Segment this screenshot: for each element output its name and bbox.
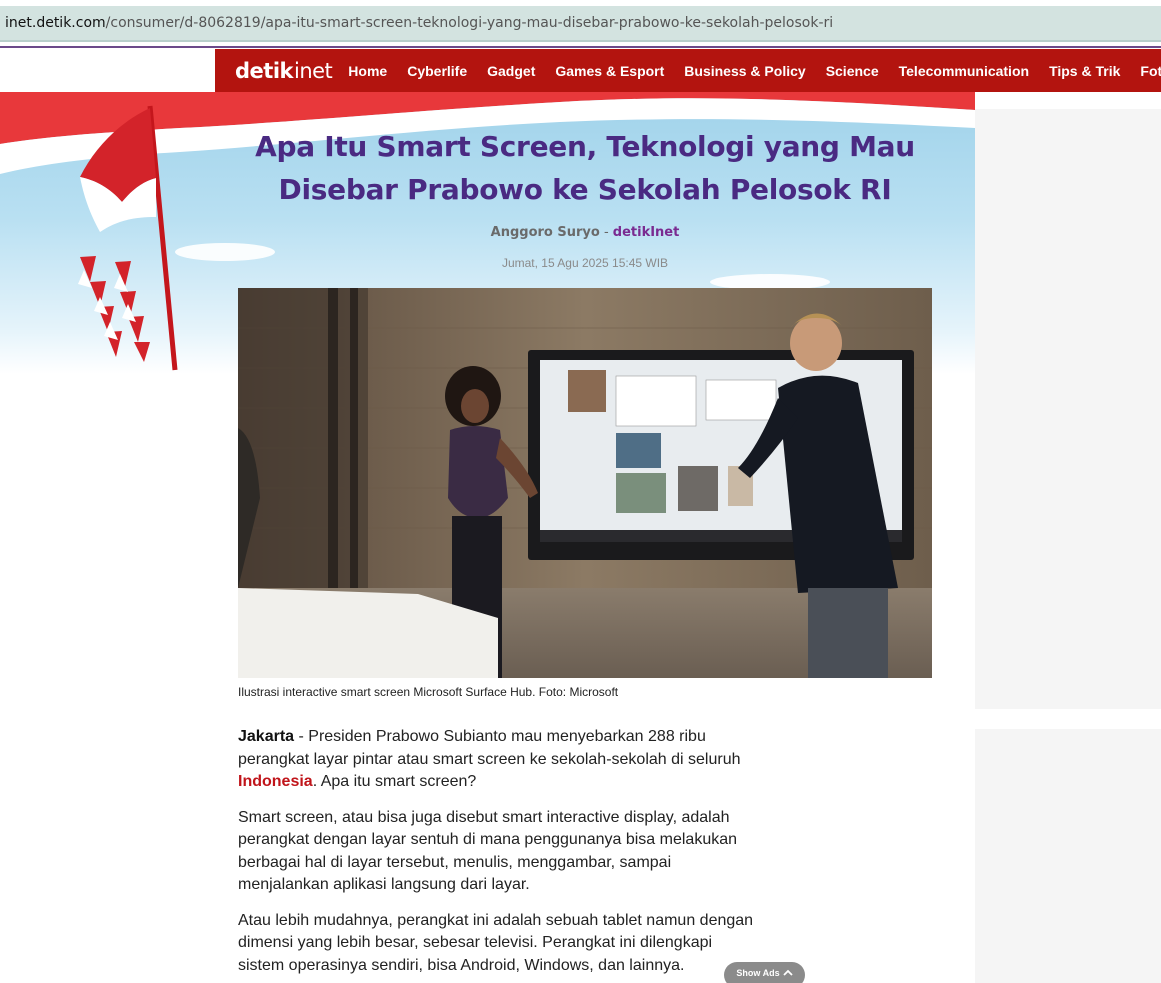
source-name[interactable]: detikInet	[613, 225, 680, 240]
dateline-city: Jakarta	[238, 728, 295, 745]
show-ads-label: Show Ads	[736, 968, 780, 978]
article-title: Apa Itu Smart Screen, Teknologi yang Mau…	[255, 130, 915, 206]
byline-separator: -	[599, 225, 613, 240]
nav-item-cyberlife[interactable]: Cyberlife	[397, 63, 477, 79]
chevron-up-icon	[782, 969, 793, 976]
photo-tile-2	[616, 473, 666, 513]
woman-face	[461, 389, 489, 423]
author-name[interactable]: Anggoro Suryo	[491, 225, 600, 240]
photo-illustration	[238, 288, 932, 678]
nav-item-games-esport[interactable]: Games & Esport	[545, 63, 674, 79]
nav-item-home[interactable]: Home	[338, 63, 397, 79]
paragraph-2: Smart screen, atau bisa juga disebut sma…	[238, 808, 738, 894]
nav-item-science[interactable]: Science	[816, 63, 889, 79]
main-navigation: detik inet Home Cyberlife Gadget Games & …	[215, 49, 1161, 92]
paragraph-3: Atau lebih mudahnya, perangkat ini adala…	[238, 911, 754, 974]
logo-light-text: inet	[293, 58, 333, 83]
nav-item-business-policy[interactable]: Business & Policy	[674, 63, 815, 79]
photo-tile-3	[678, 466, 718, 511]
page: inet.detik.com/consumer/d-8062819/apa-it…	[0, 0, 1161, 983]
detikinet-logo[interactable]: detik inet	[235, 58, 333, 83]
article-photo[interactable]	[238, 288, 932, 678]
photo-tile-1	[616, 433, 661, 468]
logo-bold-text: detik	[235, 58, 293, 83]
nav-item-gadget[interactable]: Gadget	[477, 63, 545, 79]
url-path: /consumer/d-8062819/apa-itu-smart-screen…	[105, 15, 834, 31]
keyword-link-indonesia[interactable]: Indonesia	[238, 773, 313, 790]
publish-date: Jumat, 15 Agu 2025 15:45 WIB	[501, 256, 669, 270]
sidebar-ad-slot-top	[975, 109, 1161, 709]
man-face	[790, 315, 842, 371]
article-body: Jakarta - Presiden Prabowo Subianto mau …	[238, 726, 758, 983]
photo-caption: Ilustrasi interactive smart screen Micro…	[238, 685, 619, 699]
nav-item-tips-trik[interactable]: Tips & Trik	[1039, 63, 1130, 79]
note-1	[615, 375, 697, 427]
man-jeans	[808, 588, 888, 678]
article-byline: Anggoro Suryo - detikInet	[238, 225, 932, 240]
paragraph-1-text-a: - Presiden Prabowo Subianto mau menyebar…	[238, 728, 741, 768]
note-2	[705, 379, 777, 421]
url-host: inet.detik.com	[5, 15, 106, 31]
show-ads-button[interactable]: Show Ads	[724, 962, 805, 983]
paragraph-1-text-b: . Apa itu smart screen?	[312, 773, 477, 790]
header-divider	[0, 46, 1161, 48]
nav-item-foto[interactable]: Foto	[1130, 63, 1161, 79]
video-call-tile	[568, 370, 606, 412]
address-bar[interactable]: inet.detik.com/consumer/d-8062819/apa-it…	[0, 6, 1161, 42]
sidebar-ad-slot-bottom	[975, 729, 1161, 983]
paragraph-1: Jakarta - Presiden Prabowo Subianto mau …	[238, 726, 758, 794]
nav-item-telecommunication[interactable]: Telecommunication	[889, 63, 1039, 79]
woman-shirt	[448, 426, 508, 518]
